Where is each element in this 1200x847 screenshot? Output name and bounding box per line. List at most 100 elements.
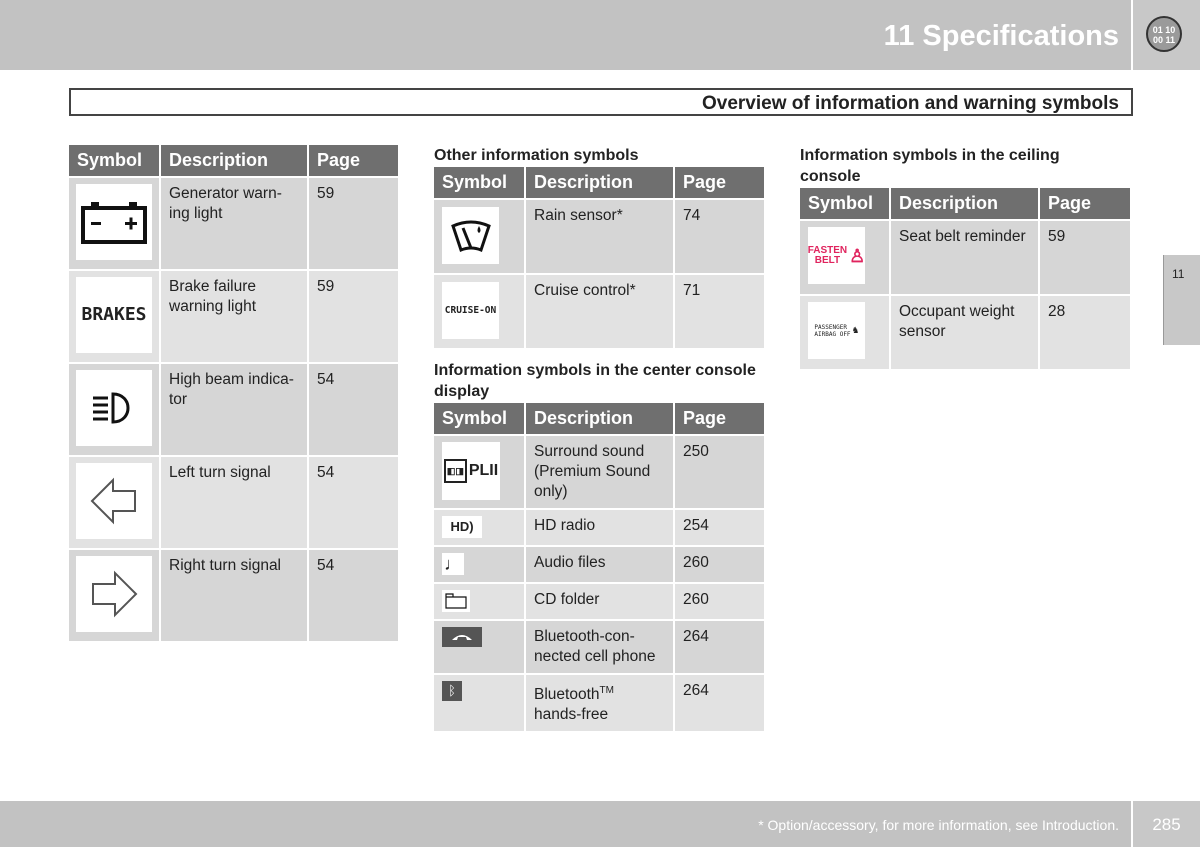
passenger-airbag-off-icon: PASSENGER AIRBAG OFF ♞ xyxy=(808,302,865,359)
section-title: Overview of information and warning symb… xyxy=(701,93,1119,114)
other-symbols-table: Symbol Description Page Rain sensor* 74 CRU… xyxy=(432,165,766,350)
page-ref: 260 xyxy=(675,547,764,582)
table-row: High beam indica-tor 54 xyxy=(69,364,398,455)
page-ref: 54 xyxy=(309,550,398,641)
chapter-binary-icon: 01 10 00 11 xyxy=(1146,16,1182,52)
table-row: Rain sensor* 74 xyxy=(434,200,764,273)
table-row: Left turn signal 54 xyxy=(69,457,398,548)
fasten-belt-icon: FASTEN BELT ♙ xyxy=(808,227,865,284)
page-ref: 28 xyxy=(1040,296,1130,369)
table-row: ᛒ BluetoothTM hands-free 264 xyxy=(434,675,764,732)
music-note-icon: ♩ xyxy=(442,553,464,575)
page-ref: 71 xyxy=(675,275,764,348)
description: Bluetooth-con-nected cell phone xyxy=(526,621,673,673)
brakes-text-icon: BRAKES xyxy=(76,277,152,353)
col-page: Page xyxy=(675,403,764,434)
side-tab-label: 11 xyxy=(1172,267,1185,281)
section-title-box: Overview of information and warning symb… xyxy=(69,88,1133,116)
description: Surround sound (Premium Sound only) xyxy=(526,436,673,508)
ceiling-console-title: Information symbols in the ceiling conso… xyxy=(800,147,1060,185)
page-ref: 250 xyxy=(675,436,764,508)
col-page: Page xyxy=(309,145,398,176)
icon-text: HD xyxy=(450,519,470,534)
table-row: Generator warn-ing light 59 xyxy=(69,178,398,269)
col-page: Page xyxy=(675,167,764,198)
table-row: FASTEN BELT ♙ Seat belt reminder 59 xyxy=(800,221,1130,294)
hd-radio-icon: HD) xyxy=(442,516,482,538)
page-ref: 264 xyxy=(675,675,764,732)
table-row: HD) HD radio 254 xyxy=(434,510,764,545)
description: Brake failure warning light xyxy=(161,271,307,362)
footnote: * Option/accessory, for more information… xyxy=(758,817,1119,833)
left-arrow-icon xyxy=(76,463,152,539)
page-number: 285 xyxy=(1133,801,1200,847)
description-text: hands-free xyxy=(534,706,609,724)
col-page: Page xyxy=(1040,188,1130,219)
col-symbol: Symbol xyxy=(69,145,159,176)
table-row: CD folder 260 xyxy=(434,584,764,619)
page-ref: 74 xyxy=(675,200,764,273)
page-ref: 264 xyxy=(675,621,764,673)
icon-text: AIRBAG OFF xyxy=(814,330,851,338)
folder-icon xyxy=(442,590,470,612)
footer-bar: * Option/accessory, for more information… xyxy=(0,801,1131,847)
chapter-icon-box: 01 10 00 11 xyxy=(1133,0,1200,70)
icon-text: PLII xyxy=(468,462,499,479)
page-ref: 59 xyxy=(309,271,398,362)
icon-text: 01 10 xyxy=(1152,25,1176,35)
rain-sensor-icon xyxy=(442,207,499,264)
page-ref: 254 xyxy=(675,510,764,545)
page-ref: 59 xyxy=(1040,221,1130,294)
table-row: ◧◨ PLII Surround sound (Premium Sound only… xyxy=(434,436,764,508)
page-ref: 59 xyxy=(309,178,398,269)
description-text: Bluetooth xyxy=(534,686,600,704)
table-row: ♩ Audio files 260 xyxy=(434,547,764,582)
col-symbol: Symbol xyxy=(434,403,524,434)
table-row: CRUISE-ON Cruise control* 71 xyxy=(434,275,764,348)
icon-text: FASTEN xyxy=(807,244,848,256)
other-symbols-title: Other information symbols xyxy=(434,147,639,164)
icon-text: PASSENGER xyxy=(814,323,847,331)
icon-text: 00 11 xyxy=(1152,35,1176,45)
description: HD radio xyxy=(526,510,673,545)
dolby-plii-icon: ◧◨ PLII xyxy=(442,442,500,500)
description: High beam indica-tor xyxy=(161,364,307,455)
chapter-side-tab[interactable]: 11 xyxy=(1163,255,1200,345)
col-description: Description xyxy=(891,188,1038,219)
table-row: PASSENGER AIRBAG OFF ♞ Occupant weight sens… xyxy=(800,296,1130,369)
bluetooth-icon: ᛒ xyxy=(442,681,462,701)
description: Left turn signal xyxy=(161,457,307,548)
col-symbol: Symbol xyxy=(800,188,889,219)
high-beam-icon xyxy=(76,370,152,446)
table-row: Bluetooth-con-nected cell phone 264 xyxy=(434,621,764,673)
page-ref: 54 xyxy=(309,457,398,548)
description: Occupant weight sensor xyxy=(891,296,1038,369)
phone-icon xyxy=(442,627,482,647)
page-ref: 260 xyxy=(675,584,764,619)
description: Audio files xyxy=(526,547,673,582)
col-symbol: Symbol xyxy=(434,167,524,198)
page-ref: 54 xyxy=(309,364,398,455)
center-console-title: Information symbols in the center consol… xyxy=(434,362,756,400)
right-arrow-icon xyxy=(76,556,152,632)
chapter-header: 11 Specifications xyxy=(0,0,1131,70)
description: Seat belt reminder xyxy=(891,221,1038,294)
center-console-table: Symbol Description Page ◧◨ PLII Surround sou… xyxy=(432,401,766,733)
cruise-on-icon: CRUISE-ON xyxy=(442,282,499,339)
warning-symbols-table: Symbol Description Page Generator warn-ing… xyxy=(67,143,400,643)
battery-icon xyxy=(76,184,152,260)
description: Cruise control* xyxy=(526,275,673,348)
trademark: TM xyxy=(599,685,614,696)
description: Generator warn-ing light xyxy=(161,178,307,269)
col-description: Description xyxy=(526,167,673,198)
description: Right turn signal xyxy=(161,550,307,641)
description: BluetoothTM hands-free xyxy=(526,675,673,732)
table-row: BRAKES Brake failure warning light 59 xyxy=(69,271,398,362)
table-row: Right turn signal 54 xyxy=(69,550,398,641)
col-description: Description xyxy=(161,145,307,176)
col-description: Description xyxy=(526,403,673,434)
description: CD folder xyxy=(526,584,673,619)
description: Rain sensor* xyxy=(526,200,673,273)
icon-text: BELT xyxy=(814,254,841,266)
chapter-title: 11 Specifications xyxy=(883,20,1119,52)
